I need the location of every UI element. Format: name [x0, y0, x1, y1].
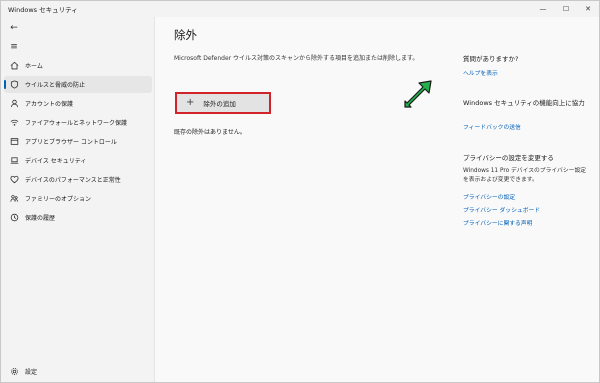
page-title: 除外	[174, 28, 197, 42]
add-exclusion-button[interactable]: + 除外の追加	[175, 92, 271, 114]
sidebar-item-account-protection[interactable]: アカウントの保護	[4, 95, 152, 112]
history-icon	[8, 212, 20, 224]
laptop-icon	[8, 155, 20, 167]
privacy-dashboard-link[interactable]: プライバシー ダッシュボード	[463, 205, 540, 214]
sidebar-item-app-browser-control[interactable]: アプリとブラウザー コントロール	[4, 133, 152, 150]
minimize-button[interactable]: —	[532, 1, 554, 17]
shield-icon	[8, 79, 20, 91]
sidebar: ← ≡ ホーム ウイルスと脅威の防止 アカウントの保護 ファイアウォールとネット…	[1, 17, 155, 382]
app-title: Windows セキュリティ	[8, 6, 78, 14]
active-indicator	[4, 80, 6, 89]
sidebar-item-label: ファイアウォールとネットワーク保護	[25, 120, 128, 127]
sidebar-item-label: アプリとブラウザー コントロール	[25, 139, 117, 146]
privacy-heading: プライバシーの設定を変更する	[463, 154, 554, 162]
sidebar-item-label: デバイス セキュリティ	[25, 158, 87, 165]
sidebar-item-virus-threat-protection[interactable]: ウイルスと脅威の防止	[4, 76, 152, 93]
wifi-icon	[8, 117, 20, 129]
page-description: Microsoft Defender ウイルス対策のスキャンから除外する項目を追…	[174, 55, 419, 62]
home-icon	[8, 60, 20, 72]
family-icon	[8, 193, 20, 205]
sidebar-item-label: 設定	[25, 369, 38, 376]
app-window-icon	[8, 136, 20, 148]
sidebar-item-label: 保護の履歴	[25, 215, 56, 222]
green-arrow-icon	[404, 80, 432, 108]
add-exclusion-label: 除外の追加	[203, 100, 236, 108]
close-button[interactable]: ✕	[577, 1, 599, 17]
plus-icon: +	[186, 97, 195, 108]
improve-heading: Windows セキュリティの機能向上に協力	[463, 99, 585, 107]
feedback-link[interactable]: フィードバックの送信	[463, 122, 521, 131]
sidebar-item-label: ウイルスと脅威の防止	[25, 82, 86, 89]
sidebar-item-label: ホーム	[25, 63, 43, 70]
hamburger-menu-icon[interactable]: ≡	[7, 40, 21, 54]
sidebar-item-home[interactable]: ホーム	[4, 57, 152, 74]
sidebar-item-device-performance[interactable]: デバイスのパフォーマンスと正常性	[4, 171, 152, 188]
sidebar-item-firewall[interactable]: ファイアウォールとネットワーク保護	[4, 114, 152, 131]
app-window: Windows セキュリティ — ☐ ✕ ← ≡ ホーム ウイルスと脅威の防止 …	[0, 0, 600, 383]
questions-heading: 質問がありますか?	[463, 55, 519, 63]
maximize-button[interactable]: ☐	[555, 1, 577, 17]
sidebar-item-label: ファミリーのオプション	[25, 196, 92, 203]
sidebar-item-label: アカウントの保護	[25, 101, 74, 108]
privacy-description: Windows 11 Pro デバイスのプライバシー設定を表示および変更できます…	[463, 168, 587, 183]
back-arrow-icon[interactable]: ←	[7, 21, 21, 35]
person-icon	[8, 98, 20, 110]
sidebar-item-device-security[interactable]: デバイス セキュリティ	[4, 152, 152, 169]
sidebar-item-protection-history[interactable]: 保護の履歴	[4, 209, 152, 226]
sidebar-item-settings[interactable]: 設定	[4, 363, 152, 380]
help-link[interactable]: ヘルプを表示	[463, 68, 498, 77]
privacy-settings-link[interactable]: プライバシーの設定	[463, 192, 515, 201]
main-content: 除外 Microsoft Defender ウイルス対策のスキャンから除外する項…	[155, 17, 599, 382]
gear-icon	[8, 366, 20, 378]
sidebar-item-label: デバイスのパフォーマンスと正常性	[25, 177, 121, 184]
privacy-statement-link[interactable]: プライバシーに関する声明	[463, 218, 532, 227]
sidebar-item-family-options[interactable]: ファミリーのオプション	[4, 190, 152, 207]
no-exclusions-text: 既存の除外はありません。	[174, 129, 246, 136]
heart-icon	[8, 174, 20, 186]
title-bar: Windows セキュリティ — ☐ ✕	[1, 1, 599, 17]
